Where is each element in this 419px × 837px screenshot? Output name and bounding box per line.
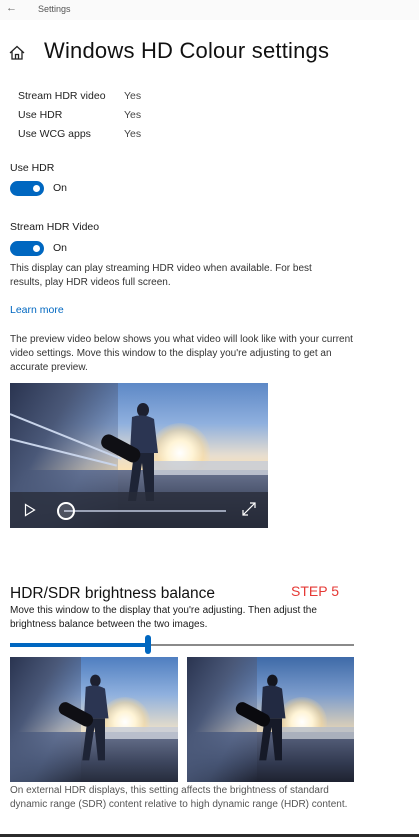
display-info-table: Stream HDR video Yes Use HDR Yes Use WCG… [18,86,141,143]
title-bar: ← Settings [0,0,419,20]
info-value: Yes [124,127,142,140]
preview-description: The preview video below shows you what v… [10,334,353,373]
use-hdr-label: Use HDR [10,162,55,174]
info-row-stream-hdr: Stream HDR video Yes [18,86,141,105]
brightness-description: Move this window to the display that you… [10,605,317,630]
preview-video [10,383,268,528]
window-title: Settings [38,4,71,14]
sdr-comparison-image [10,657,178,782]
fullscreen-icon[interactable] [242,502,256,516]
info-key: Stream HDR video [18,89,106,102]
brightness-slider-thumb[interactable] [144,635,151,654]
info-value: Yes [124,89,142,102]
play-icon[interactable] [24,503,36,517]
hdr-comparison-image [187,657,354,782]
video-controls [10,492,268,528]
stream-hdr-description: This display can play streaming HDR vide… [10,263,312,288]
info-key: Use HDR [18,108,63,121]
use-hdr-state: On [53,182,68,194]
video-progress-track[interactable] [64,510,226,512]
brightness-balance-heading: HDR/SDR brightness balance [10,585,216,602]
info-row-use-hdr: Use HDR Yes [18,105,141,124]
info-row-use-wcg: Use WCG apps Yes [18,124,141,143]
use-hdr-toggle[interactable] [10,181,44,196]
back-button[interactable]: ← [6,2,17,14]
info-key: Use WCG apps [18,127,91,140]
step-annotation: STEP 5 [291,583,339,599]
stream-hdr-state: On [53,242,68,254]
brightness-footer-text: On external HDR displays, this setting a… [10,785,348,810]
page-title: Windows HD Colour settings [44,38,330,63]
info-value: Yes [124,108,142,121]
video-progress-thumb[interactable] [57,502,75,520]
home-icon [9,45,25,60]
stream-hdr-toggle[interactable] [10,241,44,256]
stream-hdr-label: Stream HDR Video [10,221,100,233]
snowboarder-figure [235,674,286,761]
brightness-slider-fill [10,643,148,647]
learn-more-link[interactable]: Learn more [10,304,64,316]
snowboarder-figure [58,674,109,761]
